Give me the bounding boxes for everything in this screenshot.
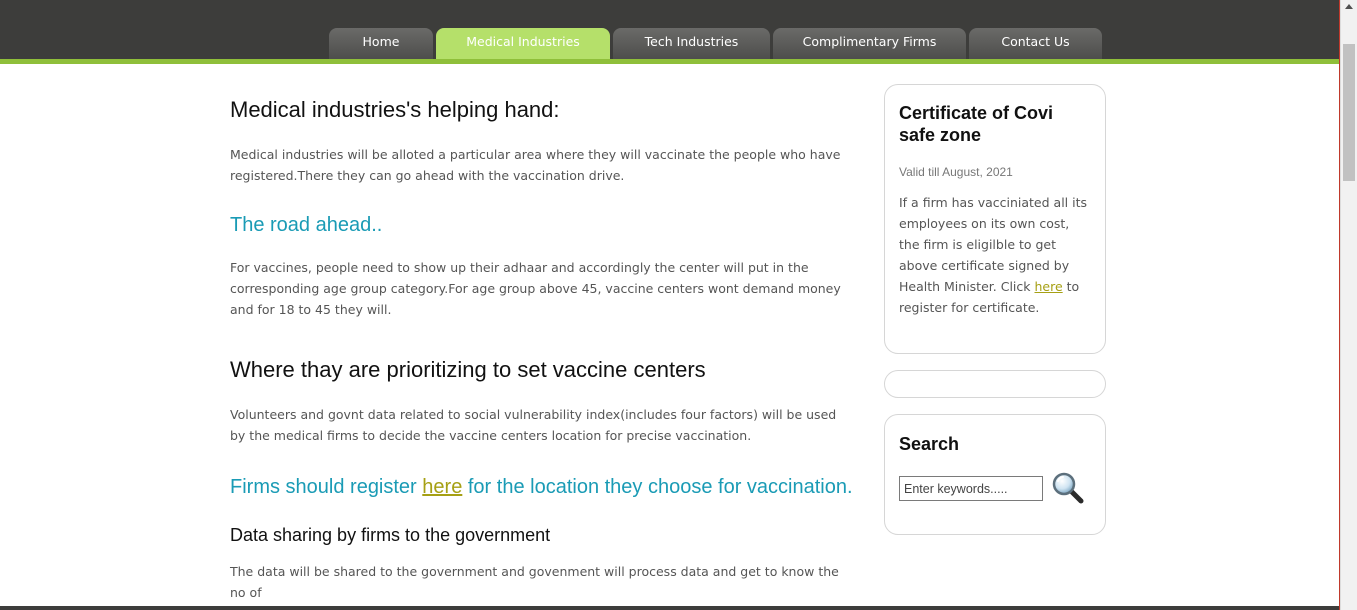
magnifier-icon — [1052, 472, 1084, 504]
scroll-up-arrow-icon[interactable] — [1345, 4, 1353, 9]
section-heading-helping-hand: Medical industries's helping hand: — [230, 97, 560, 122]
section-text-vaccine-centers: Volunteers and govnt data related to soc… — [230, 407, 837, 443]
search-button[interactable] — [1051, 471, 1085, 505]
section-heading-road-ahead: The road ahead.. — [230, 214, 383, 236]
certificate-text: If a firm has vacciniated all its employ… — [899, 192, 1091, 318]
section-text-helping-hand: Medical industries will be alloted a par… — [230, 147, 841, 183]
section-heading-data-sharing: Data sharing by firms to the government — [230, 525, 551, 545]
certificate-register-link[interactable]: here — [1034, 279, 1062, 294]
section-heading-register: Firms should register here for the locat… — [230, 475, 855, 499]
section-text-data-sharing: The data will be shared to the governmen… — [230, 564, 839, 600]
certificate-validity: Valid till August, 2021 — [899, 165, 1013, 179]
certificate-title: Certificate of Covi safe zone — [899, 103, 1054, 145]
main-content: Medical industries's helping hand: Medic… — [230, 96, 855, 603]
register-location-link[interactable]: here — [422, 476, 462, 498]
section-text-road-ahead: For vaccines, people need to show up the… — [230, 260, 841, 317]
section-heading-vaccine-centers: Where thay are prioritizing to set vacci… — [230, 357, 706, 382]
search-input[interactable] — [899, 476, 1043, 501]
search-box: Search — [884, 414, 1106, 535]
nav-tech-industries[interactable]: Tech Industries — [613, 28, 770, 59]
nav-home[interactable]: Home — [329, 28, 433, 59]
scrollbar-thumb[interactable] — [1343, 44, 1355, 181]
bottom-border — [0, 606, 1340, 610]
page: Home Medical Industries Tech Industries … — [0, 0, 1357, 610]
search-title: Search — [899, 434, 960, 454]
vertical-scrollbar[interactable] — [1340, 0, 1357, 610]
nav-medical-industries[interactable]: Medical Industries — [436, 28, 610, 59]
nav-complimentary-firms[interactable]: Complimentary Firms — [773, 28, 966, 59]
site-header: Home Medical Industries Tech Industries … — [0, 0, 1340, 64]
certificate-box: Certificate of Covi safe zone Valid till… — [884, 84, 1106, 354]
register-heading-prefix: Firms should register — [230, 476, 423, 498]
empty-sidebar-box — [884, 370, 1106, 398]
register-heading-suffix: for the location they choose for vaccina… — [462, 476, 853, 498]
nav-contact-us[interactable]: Contact Us — [969, 28, 1102, 59]
main-nav: Home Medical Industries Tech Industries … — [329, 28, 1102, 59]
